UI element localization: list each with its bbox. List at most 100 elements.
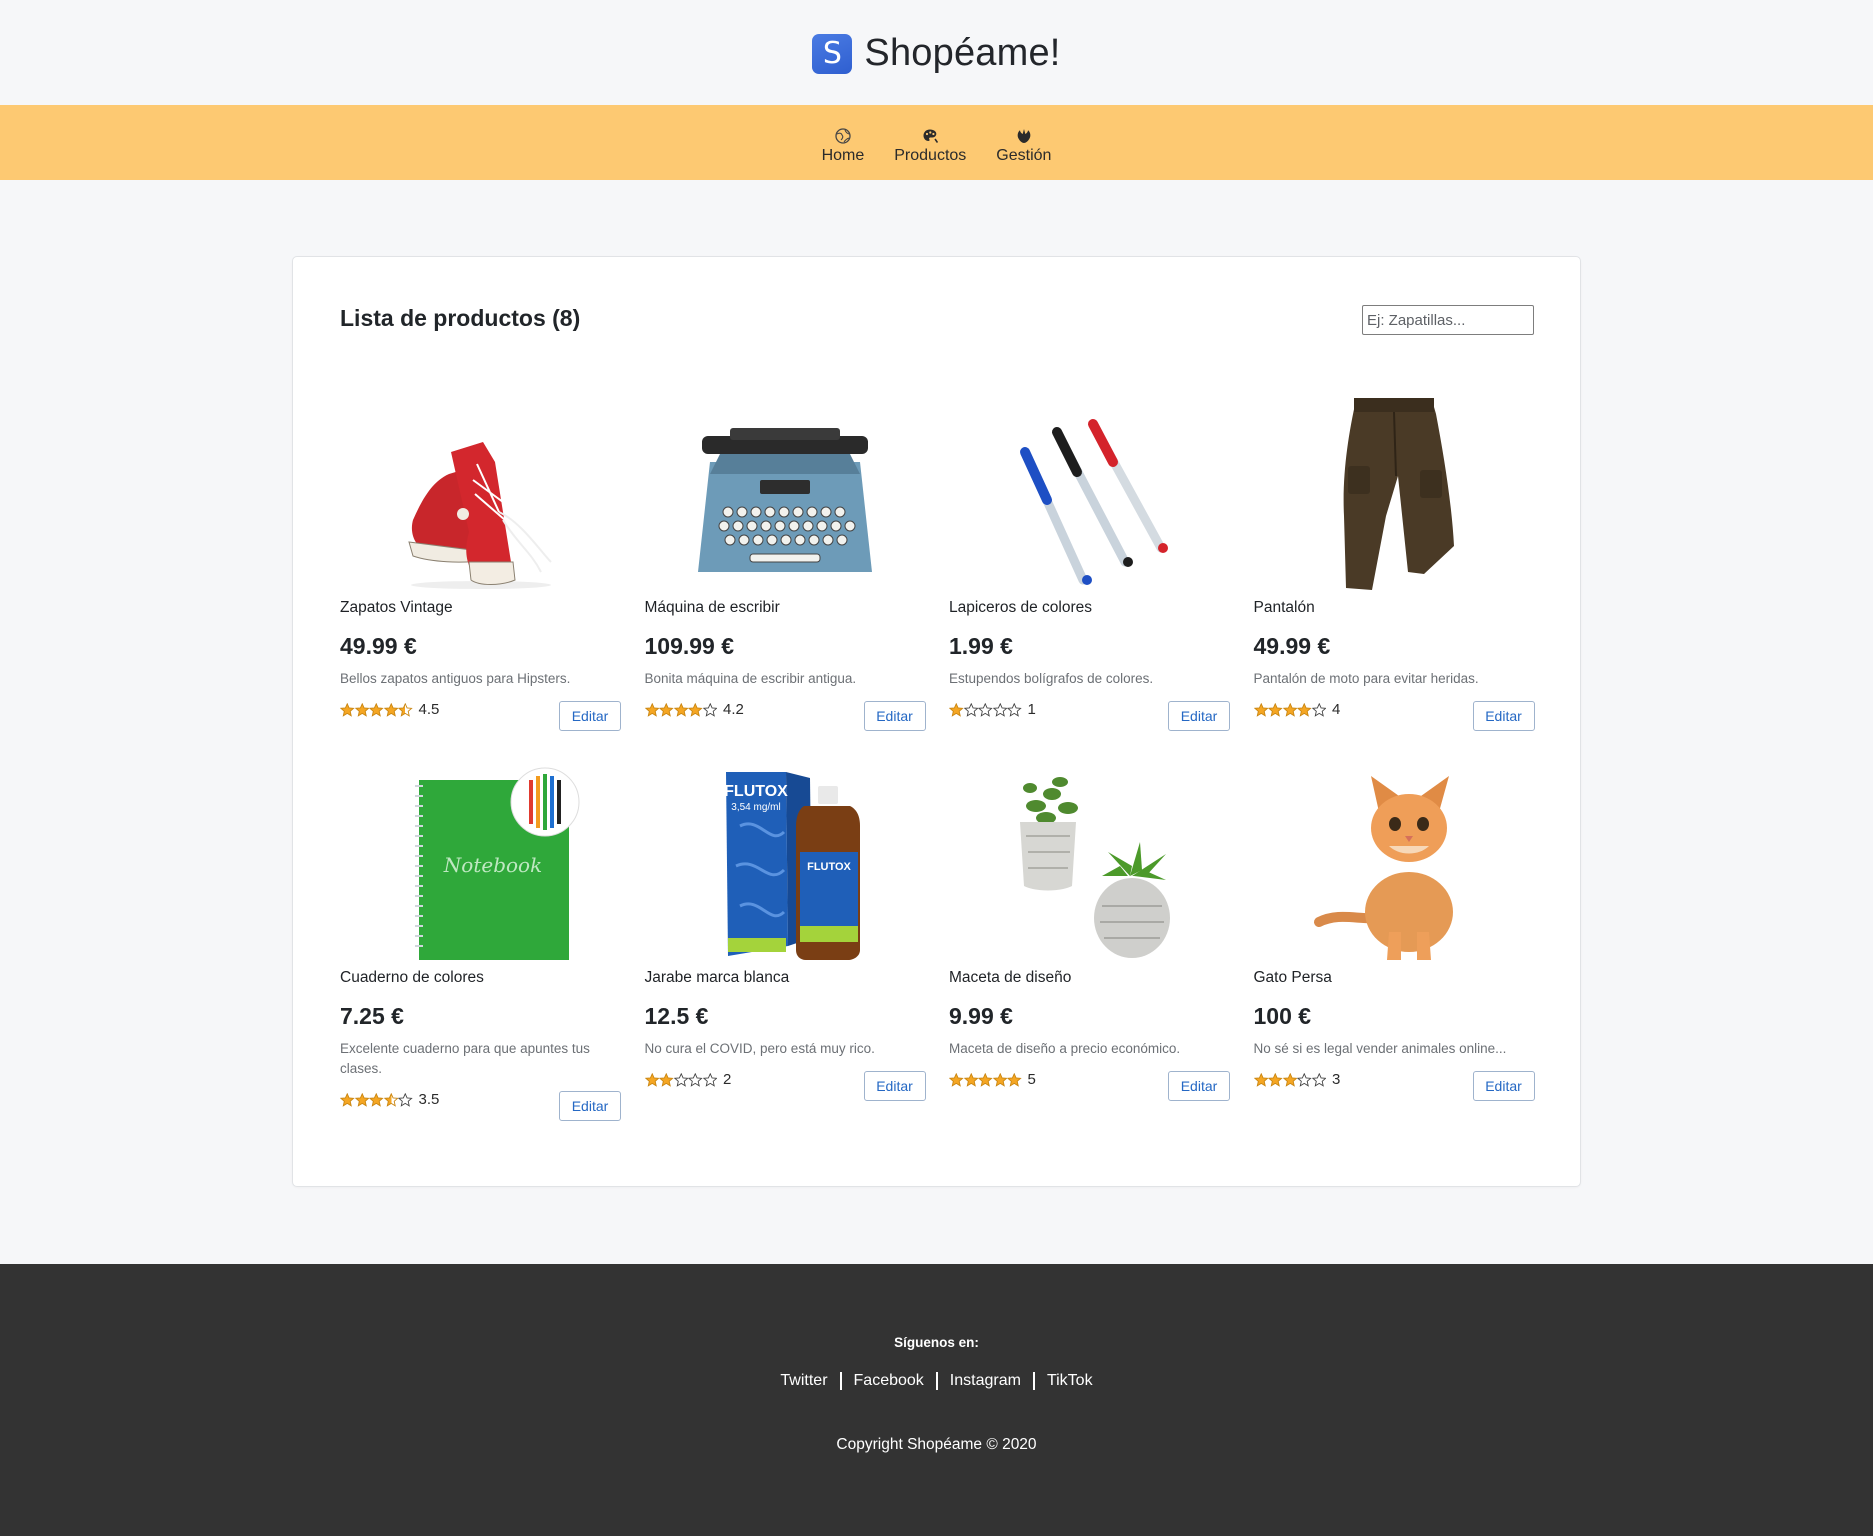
rating-value: 5 [1027, 1071, 1036, 1088]
star-full-icon [949, 1072, 964, 1087]
product-name[interactable]: Gato Persa [1254, 969, 1535, 989]
syrup-bottle-brand: FLUTOX [807, 861, 851, 873]
product-image[interactable] [949, 762, 1230, 962]
product-card: Lapiceros de colores 1.99 € Estupendos b… [949, 392, 1230, 762]
product-image[interactable] [1254, 392, 1535, 592]
star-full-icon [1268, 1072, 1283, 1087]
product-image[interactable]: Notebook [340, 762, 621, 962]
product-price: 1.99 € [949, 633, 1013, 659]
product-card: Pantalón 49.99 € Pantalón de moto para e… [1253, 392, 1535, 762]
star-empty-icon [688, 1072, 703, 1087]
star-empty-icon [1297, 1072, 1312, 1087]
edit-button[interactable]: Editar [863, 701, 926, 731]
star-empty-icon [673, 1072, 688, 1087]
brand[interactable]: S Shopéame! [812, 32, 1060, 75]
product-rating: 3 [1253, 1069, 1340, 1088]
star-empty-icon [1007, 702, 1022, 717]
edit-button[interactable]: Editar [1472, 1071, 1535, 1101]
rating-value: 3.5 [418, 1091, 440, 1108]
star-full-icon [354, 702, 369, 717]
nav-gestion-label: Gestión [996, 147, 1052, 164]
product-name[interactable]: Jarabe marca blanca [645, 969, 926, 989]
product-card: Notebook Cuaderno de colores 7.25 € Exce… [340, 762, 621, 1132]
star-full-icon [949, 702, 964, 717]
edit-button[interactable]: Editar [559, 1091, 621, 1121]
product-name[interactable]: Pantalón [1254, 599, 1535, 619]
page-title: Lista de productos (8) [340, 305, 581, 331]
product-name[interactable]: Zapatos Vintage [340, 599, 621, 619]
site-header: S Shopéame! [0, 0, 1873, 105]
star-full-icon [1007, 1072, 1022, 1087]
rating-stars [340, 702, 413, 717]
edit-button[interactable]: Editar [863, 1071, 926, 1101]
product-card: FLUTOX 3,54 mg/ml FLUTOX Jarabe marca bl… [644, 762, 926, 1132]
product-image[interactable]: FLUTOX 3,54 mg/ml FLUTOX [645, 762, 926, 962]
star-full-icon [1253, 702, 1268, 717]
product-price: 109.99 € [644, 633, 735, 659]
star-empty-icon [963, 702, 978, 717]
follow-label: Síguenos en: [894, 1335, 979, 1350]
star-full-icon [1282, 702, 1297, 717]
product-description: No cura el COVID, pero está muy rico. [644, 1041, 875, 1056]
product-rating: 4 [1253, 699, 1340, 718]
product-name[interactable]: Maceta de diseño [949, 969, 1230, 989]
star-full-icon [383, 702, 398, 717]
syrup-box-dose: 3,54 mg/ml [731, 802, 780, 813]
product-image[interactable] [645, 392, 926, 592]
instagram-link[interactable]: Instagram [935, 1372, 1033, 1390]
product-image[interactable] [340, 392, 621, 592]
sneakers-image [407, 442, 552, 589]
product-image[interactable] [1254, 762, 1535, 962]
twitter-link[interactable]: Twitter [768, 1372, 839, 1390]
rating-stars [1253, 702, 1326, 717]
rating-value: 2 [723, 1071, 732, 1088]
tiktok-link[interactable]: TikTok [1032, 1372, 1105, 1390]
nav-gestion[interactable]: Gestión [996, 120, 1051, 165]
star-empty-icon [1311, 702, 1326, 717]
edit-button[interactable]: Editar [1168, 701, 1230, 731]
edit-button[interactable]: Editar [1168, 1071, 1230, 1101]
star-full-icon [673, 702, 688, 717]
notebook-image: Notebook [414, 767, 579, 960]
product-name[interactable]: Cuaderno de colores [340, 969, 621, 989]
star-full-icon [992, 1072, 1007, 1087]
product-rating: 3.5 [340, 1089, 439, 1108]
rating-stars [340, 1092, 413, 1107]
product-price: 49.99 € [1253, 633, 1331, 659]
nav-productos[interactable]: Productos [894, 120, 966, 165]
rating-value: 4.2 [723, 701, 744, 718]
star-empty-icon [992, 702, 1007, 717]
globe-icon [835, 128, 851, 144]
star-full-icon [1297, 702, 1312, 717]
product-price: 49.99 € [340, 633, 417, 659]
edit-button[interactable]: Editar [1472, 701, 1535, 731]
facebook-link[interactable]: Facebook [839, 1372, 936, 1390]
product-rating: 5 [949, 1069, 1036, 1088]
rating-stars [949, 1072, 1022, 1087]
star-empty-icon [1311, 1072, 1326, 1087]
star-empty-icon [702, 1072, 717, 1087]
main-nav: Home Productos Gestión [0, 105, 1873, 180]
product-description: Pantalón de moto para evitar heridas. [1253, 671, 1479, 686]
product-card: Zapatos Vintage 49.99 € Bellos zapatos a… [340, 392, 621, 762]
site-footer: Síguenos en: Twitter Facebook Instagram … [0, 1264, 1873, 1536]
product-name[interactable]: Lapiceros de colores [949, 599, 1230, 619]
star-full-icon [659, 702, 674, 717]
star-full-icon [644, 1072, 659, 1087]
palette-icon [923, 129, 939, 143]
star-full-icon [659, 1072, 674, 1087]
edit-button[interactable]: Editar [559, 701, 621, 731]
product-rating: 4.2 [644, 699, 744, 718]
star-full-icon [963, 1072, 978, 1087]
product-rating: 4.5 [340, 699, 439, 718]
rebel-icon [1017, 129, 1031, 143]
product-name[interactable]: Máquina de escribir [645, 599, 926, 619]
product-image[interactable] [949, 392, 1230, 592]
star-half-icon [383, 1092, 398, 1107]
trousers-image [1343, 398, 1454, 590]
search-input[interactable] [1362, 305, 1534, 335]
nav-home[interactable]: Home [822, 120, 864, 165]
plants-image [1019, 777, 1170, 958]
product-description: Estupendos bolígrafos de colores. [949, 671, 1154, 686]
logo-icon: S [812, 33, 853, 74]
